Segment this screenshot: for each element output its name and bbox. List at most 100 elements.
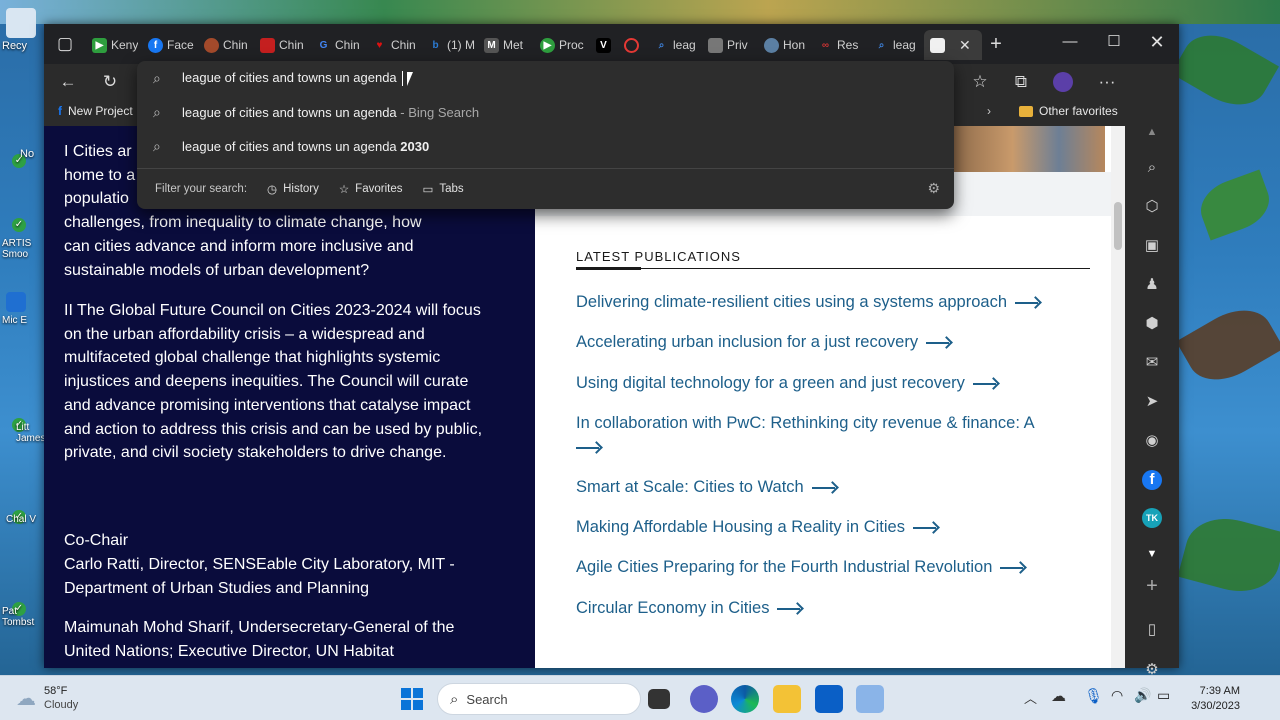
filter-favorites-chip[interactable]: ☆ Favorites (339, 182, 403, 196)
wifi-icon[interactable]: ◠ (1111, 687, 1123, 704)
publication-link[interactable]: Agile Cities Preparing for the Fourth In… (576, 555, 1076, 579)
chevron-down-icon[interactable]: ▼ (1140, 542, 1164, 566)
publication-link[interactable]: Circular Economy in Cities (576, 596, 1076, 620)
hide-sidebar-icon[interactable]: ▯ (1140, 618, 1164, 642)
back-icon[interactable]: ← (57, 71, 79, 93)
task-view-icon[interactable] (648, 689, 670, 709)
chin-icon (260, 37, 275, 53)
teams-chat-icon[interactable] (690, 685, 718, 713)
profile-avatar[interactable] (1053, 72, 1073, 92)
office-icon[interactable]: ⬢ (1140, 312, 1164, 336)
app-icon[interactable] (856, 685, 884, 713)
suggestion-item[interactable]: ⌕ league of cities and towns un agenda -… (137, 95, 954, 129)
clock[interactable]: 7:39 AM 3/30/2023 (1186, 684, 1240, 714)
desktop-icon-recycle-bin[interactable]: Recy (2, 8, 42, 52)
edge-icon[interactable] (731, 685, 759, 713)
facebook-icon[interactable]: f (1142, 470, 1162, 490)
minimize-icon[interactable]: — (1050, 30, 1090, 54)
tab[interactable]: ⌕ leag (874, 34, 920, 56)
tools-icon[interactable]: ▣ (1140, 234, 1164, 258)
tab[interactable]: Hon (764, 34, 810, 56)
tk-icon[interactable]: TK (1142, 508, 1162, 528)
address-input[interactable]: ⌕ league of cities and towns un agenda (137, 61, 954, 95)
battery-icon[interactable]: ▭ (1157, 687, 1170, 704)
scrollbar-thumb[interactable] (1114, 202, 1122, 250)
publication-link[interactable]: In collaboration with PwC: Rethinking ci… (576, 411, 1076, 459)
intro-line-6: sustainable models of urban development? (64, 262, 370, 279)
suggestion-item[interactable]: ⌕ league of cities and towns un agenda 2… (137, 129, 954, 163)
tab[interactable]: G Chin (316, 34, 362, 56)
dropdown-divider (137, 168, 954, 169)
tab[interactable]: VV (596, 34, 618, 56)
search-icon: ⌕ (450, 690, 459, 708)
sidebar-scroll-up-icon[interactable]: ▲ (1140, 120, 1164, 144)
games-icon[interactable]: ♟ (1140, 273, 1164, 297)
chevron-up-icon[interactable]: ︿ (1024, 688, 1037, 707)
volume-icon[interactable]: 🔊 (1134, 687, 1151, 704)
arrow-right-icon (811, 483, 838, 493)
chevron-right-icon[interactable]: › (987, 104, 991, 118)
tab[interactable]: b (1) M (428, 34, 478, 56)
star-icon: ☆ (338, 184, 350, 196)
store-icon[interactable] (815, 685, 843, 713)
microphone-icon[interactable]: 🎙 (1084, 687, 1103, 705)
favorite-new-project[interactable]: f New Project (58, 104, 133, 118)
close-window-icon[interactable]: ✕ (1137, 30, 1177, 54)
filter-tabs-chip[interactable]: ▭ Tabs (422, 182, 463, 196)
tab[interactable]: f Face (148, 34, 194, 56)
favorites-icon[interactable]: ☆ (969, 71, 991, 93)
send-icon[interactable]: ➤ (1140, 390, 1164, 414)
outlook-icon[interactable]: ✉ (1140, 351, 1164, 375)
shopping-tag-icon[interactable]: ⬡ (1140, 195, 1164, 219)
tab[interactable]: ▶ Proc (540, 34, 586, 56)
v-icon: V (596, 37, 611, 53)
publication-link[interactable]: Accelerating urban inclusion for a just … (576, 330, 1076, 354)
publication-link[interactable]: Using digital technology for a green and… (576, 371, 1076, 395)
search-icon[interactable]: ⌕ (1140, 156, 1164, 180)
other-favorites[interactable]: Other favorites (1019, 104, 1118, 118)
publication-link[interactable]: Smart at Scale: Cities to Watch (576, 475, 1076, 499)
file-explorer-icon[interactable] (773, 685, 801, 713)
play-icon: ▶ (92, 37, 107, 53)
maximize-icon[interactable]: ☐ (1094, 30, 1134, 54)
filter-history-chip[interactable]: ◷ History (267, 182, 319, 196)
new-tab-icon[interactable]: + (985, 33, 1007, 55)
text-caret (401, 71, 403, 87)
weather-widget[interactable]: ☁ 58°F Cloudy (16, 684, 78, 712)
tab-actions-icon[interactable]: ▢ (54, 33, 76, 55)
tab[interactable]: ▶ Keny (92, 34, 138, 56)
tab[interactable]: M Met (484, 34, 530, 56)
collections-icon[interactable]: ⧉ (1010, 71, 1032, 93)
page-scrollbar[interactable] (1111, 126, 1125, 668)
cochair-carlo-ratti: Carlo Ratti, Director, SENSEable City La… (64, 556, 455, 597)
refresh-icon[interactable]: ↻ (99, 71, 121, 93)
tab[interactable] (624, 34, 646, 56)
taskbar-search[interactable]: ⌕ Search (437, 683, 641, 715)
tab[interactable]: Chin (260, 34, 306, 56)
tab-active[interactable]: ✕ (924, 30, 982, 60)
settings-icon[interactable]: ⚙ (927, 180, 940, 197)
close-tab-icon[interactable]: ✕ (959, 37, 971, 54)
tab[interactable]: ⌕ leag (654, 34, 700, 56)
arrow-right-icon (576, 443, 602, 453)
more-menu-icon[interactable]: ··· (1096, 71, 1118, 93)
search-filter-row: Filter your search: ◷ History ☆ Favorites … (155, 182, 464, 196)
start-icon[interactable] (398, 685, 426, 713)
onedrive-icon[interactable]: ☁ (1051, 687, 1066, 705)
cochair-maimunah-sharif: Maimunah Mohd Sharif, Undersecretary-Gen… (64, 619, 455, 660)
google-icon: G (319, 39, 328, 51)
arrow-right-icon (777, 604, 803, 614)
image-icon (708, 37, 723, 53)
shortcut-icon (6, 292, 26, 312)
tab[interactable]: ♥ Chin (372, 34, 418, 56)
search-icon: ⌕ (878, 39, 885, 51)
tab[interactable]: Chin (204, 34, 250, 56)
search-icon: ⌕ (153, 69, 161, 86)
add-icon[interactable]: + (1140, 574, 1164, 598)
publication-link[interactable]: Making Affordable Housing a Reality in C… (576, 515, 1076, 539)
publication-link[interactable]: Delivering climate-resilient cities usin… (576, 290, 1076, 314)
tab[interactable]: ∞ Res (818, 34, 864, 56)
notification-icon[interactable]: ◉ (1140, 429, 1164, 453)
desktop-icon-mic[interactable]: Mic E (2, 292, 42, 326)
tab[interactable]: Priv (708, 34, 754, 56)
